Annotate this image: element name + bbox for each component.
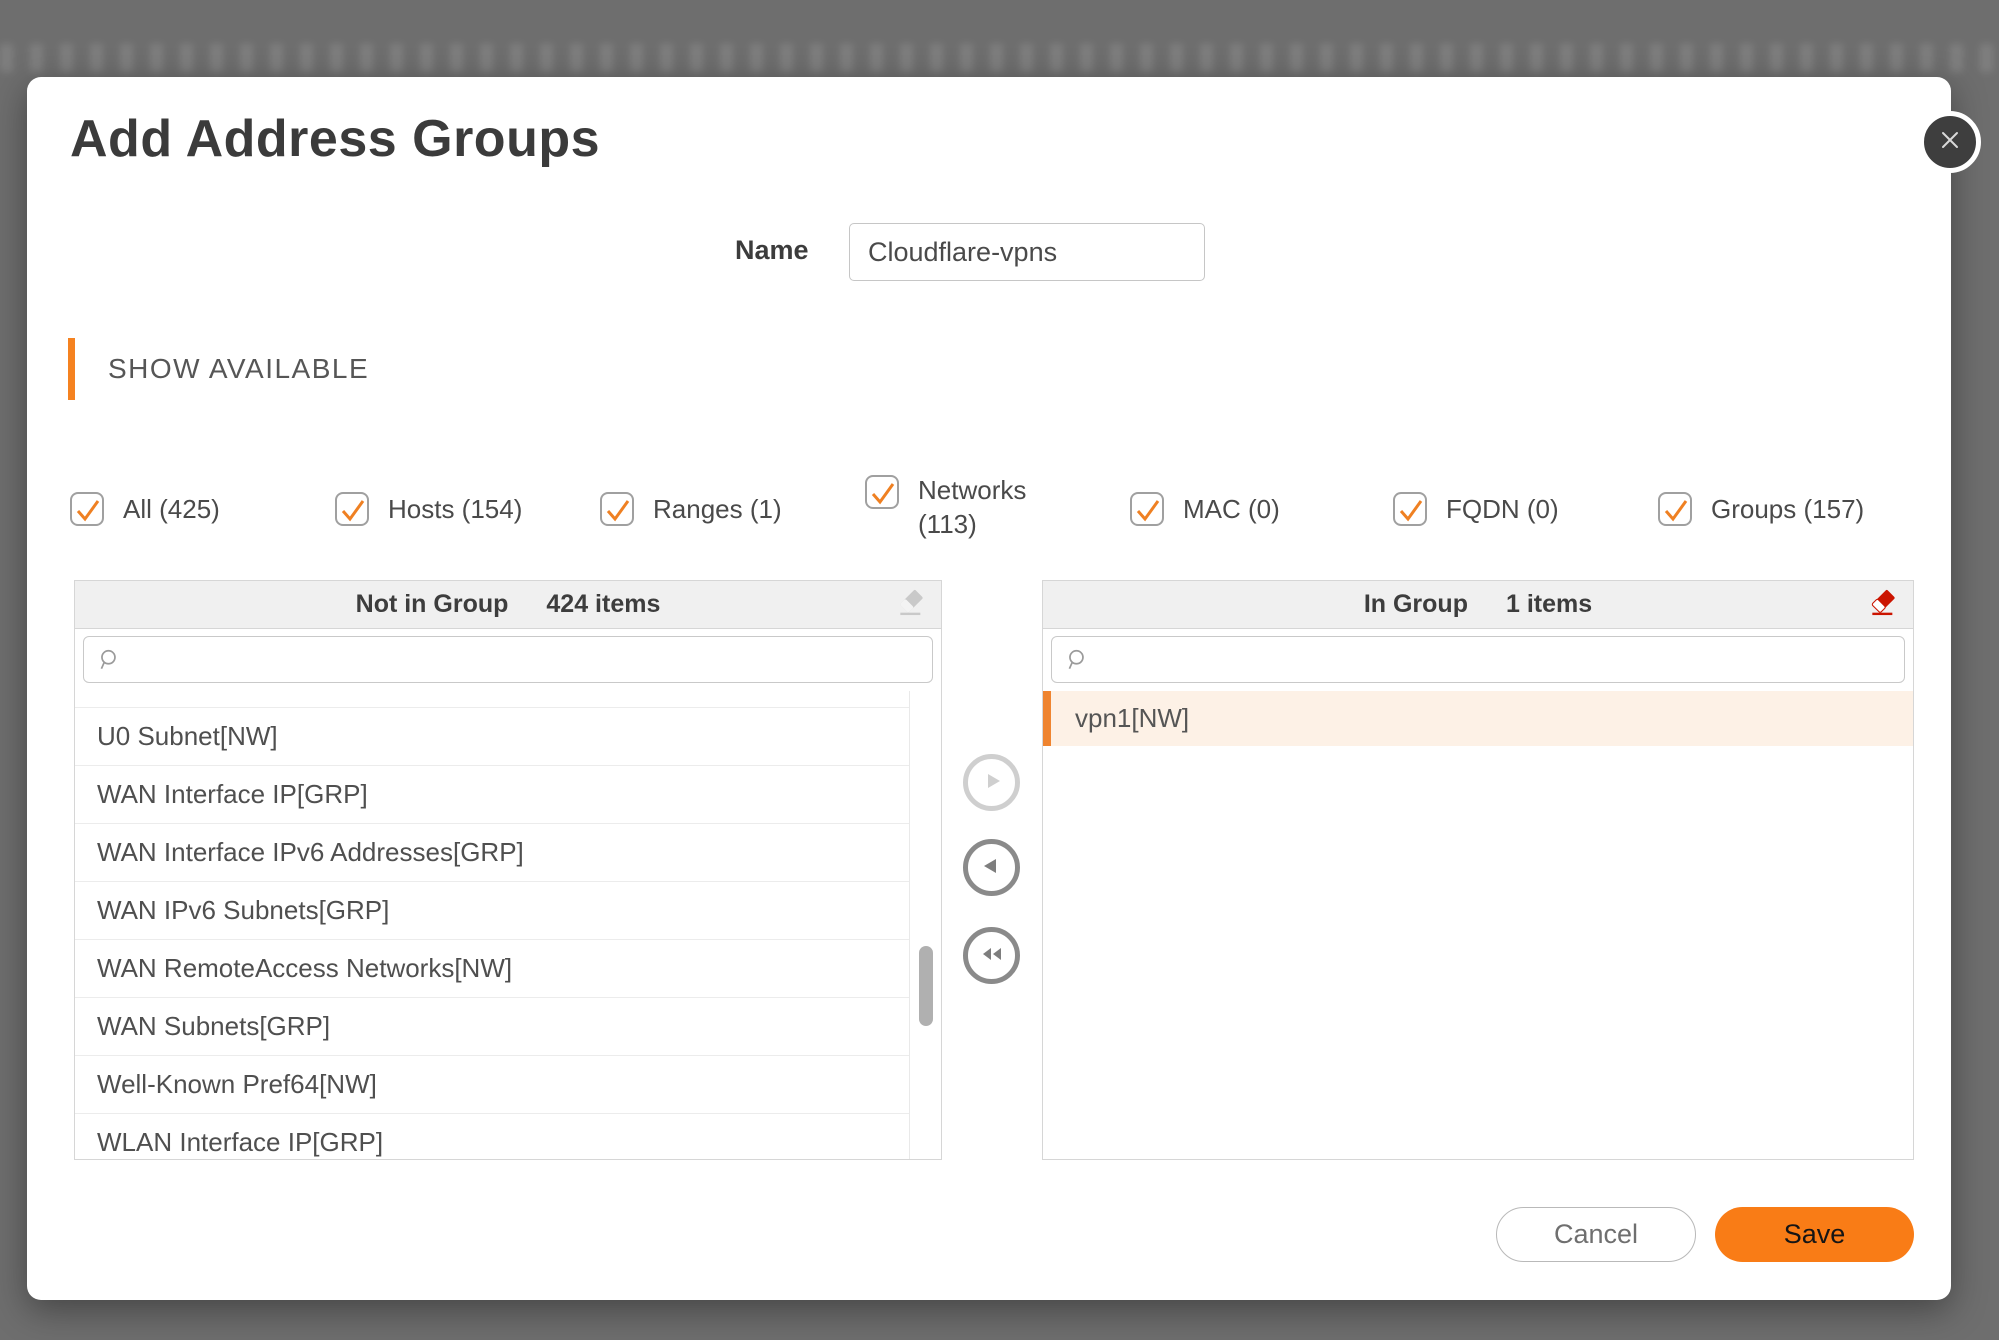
selected-search-input[interactable] xyxy=(1052,637,1904,682)
filter-all: All (425) xyxy=(70,492,220,526)
available-search-row xyxy=(75,629,941,691)
selected-search-row xyxy=(1043,629,1913,691)
checkbox-fqdn[interactable] xyxy=(1393,492,1427,526)
in-group-count: 1 items xyxy=(1506,590,1592,619)
search-icon xyxy=(96,647,122,673)
filter-groups: Groups (157) xyxy=(1658,492,1864,526)
move-left-button[interactable] xyxy=(963,839,1020,896)
not-in-group-title: Not in Group xyxy=(356,590,509,619)
scrolled-row-sliver xyxy=(75,691,909,708)
checkbox-networks[interactable] xyxy=(865,475,899,509)
filter-label-networks: Networks (113) xyxy=(918,473,1043,542)
list-item[interactable]: WLAN Interface IP[GRP] xyxy=(75,1114,909,1160)
eraser-icon xyxy=(895,586,927,623)
filter-hosts: Hosts (154) xyxy=(335,492,522,526)
double-arrow-left-icon xyxy=(979,941,1005,970)
checkbox-ranges[interactable] xyxy=(600,492,634,526)
add-address-groups-dialog: Add Address Groups Name SHOW AVAILABLE A… xyxy=(27,77,1951,1300)
clear-selected-button[interactable] xyxy=(1863,585,1903,625)
name-input[interactable] xyxy=(849,223,1205,281)
in-group-panel: In Group 1 items xyxy=(1042,580,1914,1160)
arrow-right-icon xyxy=(979,768,1005,797)
clear-available-button[interactable] xyxy=(891,585,931,625)
section-title: SHOW AVAILABLE xyxy=(108,353,369,385)
list-item[interactable]: WAN Interface IP[GRP] xyxy=(75,766,909,824)
in-group-header: In Group 1 items xyxy=(1043,581,1913,629)
checkbox-mac[interactable] xyxy=(1130,492,1164,526)
move-right-button[interactable] xyxy=(963,754,1020,811)
filter-label-mac: MAC (0) xyxy=(1183,492,1280,526)
screen: Add Address Groups Name SHOW AVAILABLE A… xyxy=(0,0,1999,1340)
close-icon xyxy=(1938,128,1962,157)
filter-fqdn: FQDN (0) xyxy=(1393,492,1559,526)
filter-mac: MAC (0) xyxy=(1130,492,1280,526)
save-button[interactable]: Save xyxy=(1715,1207,1914,1262)
checkbox-groups[interactable] xyxy=(1658,492,1692,526)
cancel-button[interactable]: Cancel xyxy=(1496,1207,1696,1262)
list-item[interactable]: WAN RemoteAccess Networks[NW] xyxy=(75,940,909,998)
list-item[interactable]: U0 Subnet[NW] xyxy=(75,708,909,766)
filter-label-groups: Groups (157) xyxy=(1711,492,1864,526)
filter-label-all: All (425) xyxy=(123,492,220,526)
selected-list: vpn1[NW] xyxy=(1043,691,1913,1159)
filter-label-ranges: Ranges (1) xyxy=(653,492,782,526)
list-item[interactable]: WAN Interface IPv6 Addresses[GRP] xyxy=(75,824,909,882)
not-in-group-header: Not in Group 424 items xyxy=(75,581,941,629)
not-in-group-count: 424 items xyxy=(546,590,660,619)
available-list: U0 Subnet[NW] WAN Interface IP[GRP] WAN … xyxy=(75,691,910,1159)
name-label: Name xyxy=(735,235,809,266)
search-icon xyxy=(1064,647,1090,673)
background-blur-content xyxy=(0,44,1999,72)
list-item[interactable]: WAN Subnets[GRP] xyxy=(75,998,909,1056)
list-item-selected[interactable]: vpn1[NW] xyxy=(1043,691,1913,746)
available-list-scrollbar[interactable] xyxy=(919,946,933,1026)
in-group-title: In Group xyxy=(1364,590,1468,619)
filter-label-fqdn: FQDN (0) xyxy=(1446,492,1559,526)
section-accent-bar xyxy=(68,338,75,400)
list-item[interactable]: Well-Known Pref64[NW] xyxy=(75,1056,909,1114)
checkbox-hosts[interactable] xyxy=(335,492,369,526)
available-search-input[interactable] xyxy=(84,637,932,682)
list-item[interactable]: WAN IPv6 Subnets[GRP] xyxy=(75,882,909,940)
checkbox-all[interactable] xyxy=(70,492,104,526)
not-in-group-panel: Not in Group 424 items xyxy=(74,580,942,1160)
eraser-icon xyxy=(1867,586,1899,623)
selected-search-box xyxy=(1051,636,1905,683)
move-all-left-button[interactable] xyxy=(963,927,1020,984)
arrow-left-icon xyxy=(979,853,1005,882)
close-button[interactable] xyxy=(1919,111,1981,173)
available-search-box xyxy=(83,636,933,683)
filter-label-hosts: Hosts (154) xyxy=(388,492,522,526)
filter-networks: Networks (113) xyxy=(865,475,1043,542)
dialog-title: Add Address Groups xyxy=(70,109,600,169)
filter-ranges: Ranges (1) xyxy=(600,492,782,526)
